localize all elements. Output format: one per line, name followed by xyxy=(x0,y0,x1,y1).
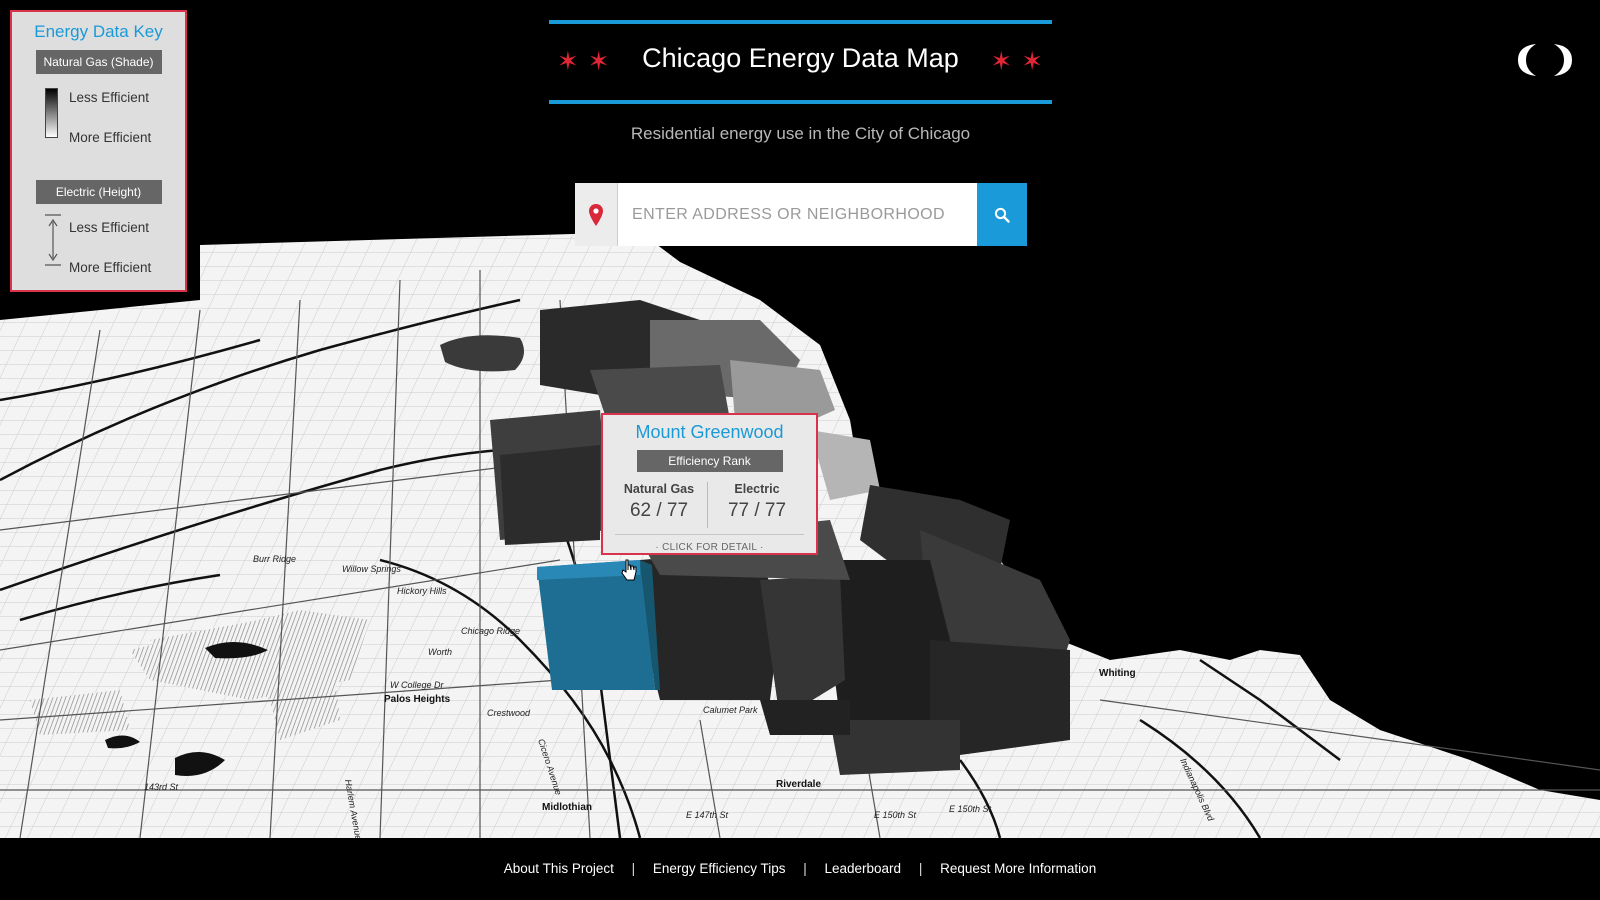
legend-gas-section: Less Efficient More Efficient xyxy=(12,74,185,180)
chicago-star-icons: ✶✶ xyxy=(990,46,1052,76)
footer-separator: | xyxy=(803,861,807,876)
energy-data-key: Energy Data Key Natural Gas (Shade) Less… xyxy=(10,10,187,292)
footer-separator: | xyxy=(631,861,636,876)
map-label-e-150th-a: E 150th St xyxy=(874,810,917,820)
collapse-toggle-icon[interactable] xyxy=(1514,40,1576,80)
footer-link-leaderboard[interactable]: Leaderboard xyxy=(825,861,902,876)
click-for-detail-link[interactable]: · CLICK FOR DETAIL · xyxy=(603,542,816,553)
popup-rank-columns: Natural Gas 62 / 77 Electric 77 / 77 xyxy=(603,476,816,534)
map-label-midlothian: Midlothian xyxy=(542,802,592,813)
popup-electric-value: 77 / 77 xyxy=(727,500,787,521)
footer-nav: About This Project | Energy Efficiency T… xyxy=(0,838,1600,900)
legend-gas-more: More Efficient xyxy=(69,130,152,145)
search-bar xyxy=(575,183,1027,246)
popup-electric-label: Electric xyxy=(734,482,780,496)
search-input[interactable] xyxy=(618,183,977,246)
height-arrow-icon xyxy=(45,214,61,266)
map-label-college-dr: W College Dr xyxy=(390,680,445,690)
map-label-hickory-hills: Hickory Hills xyxy=(397,586,447,596)
popup-neighborhood-name: Mount Greenwood xyxy=(635,422,784,442)
map-label-riverdale: Riverdale xyxy=(776,779,821,790)
legend-gas-less: Less Efficient xyxy=(69,90,150,105)
page-title: Chicago Energy Data Map xyxy=(642,43,959,73)
popup-gas-value: 62 / 77 xyxy=(629,500,689,521)
legend-title: Energy Data Key xyxy=(34,22,163,41)
map-label-worth: Worth xyxy=(428,647,452,657)
page-subtitle: Residential energy use in the City of Ch… xyxy=(630,124,971,143)
popup-gas-label: Natural Gas xyxy=(623,482,695,496)
gas-gradient-swatch xyxy=(45,88,58,138)
map-label-calumet-park: Calumet Park xyxy=(703,705,758,715)
legend-electric-section: Less Efficient More Efficient xyxy=(12,204,185,304)
map-label-chicago-ridge: Chicago Ridge xyxy=(461,626,520,636)
footer-separator: | xyxy=(918,861,923,876)
footer-link-request-info[interactable]: Request More Information xyxy=(940,861,1096,876)
map-label-e-150th-b: E 150th St xyxy=(949,804,992,814)
map-label-e-147th: E 147th St xyxy=(686,810,729,820)
header-banner: ✶✶ Chicago Energy Data Map ✶✶ xyxy=(549,20,1052,104)
selected-neighborhood[interactable] xyxy=(537,560,660,690)
legend-gas-heading: Natural Gas (Shade) xyxy=(35,50,162,74)
map-label-willow-springs: Willow Springs xyxy=(342,564,401,574)
popup-rule xyxy=(615,534,804,535)
search-icon xyxy=(994,207,1010,223)
app-stage: Riverdale Midlothian Crestwood Calumet P… xyxy=(0,0,1600,900)
popup-gas-column: Natural Gas 62 / 77 xyxy=(609,482,709,522)
legend-electric-heading: Electric (Height) xyxy=(35,180,162,204)
map-label-palos-heights: Palos Heights xyxy=(384,694,451,705)
footer-link-tips[interactable]: Energy Efficiency Tips xyxy=(653,861,786,876)
map-label-143rd: 143rd St xyxy=(144,782,179,792)
location-pin-icon xyxy=(575,183,618,246)
legend-electric-more: More Efficient xyxy=(69,260,152,275)
map-label-crestwood: Crestwood xyxy=(487,708,531,718)
popup-electric-column: Electric 77 / 77 xyxy=(707,482,807,522)
footer-link-about[interactable]: About This Project xyxy=(504,861,614,876)
search-button[interactable] xyxy=(977,183,1027,246)
popup-rank-label: Efficiency Rank xyxy=(636,450,783,472)
map-label-burr-ridge: Burr Ridge xyxy=(253,554,296,564)
map-label-whiting: Whiting xyxy=(1099,668,1136,679)
legend-electric-less: Less Efficient xyxy=(69,220,150,235)
neighborhood-popup[interactable]: Mount Greenwood Efficiency Rank Natural … xyxy=(601,413,818,555)
